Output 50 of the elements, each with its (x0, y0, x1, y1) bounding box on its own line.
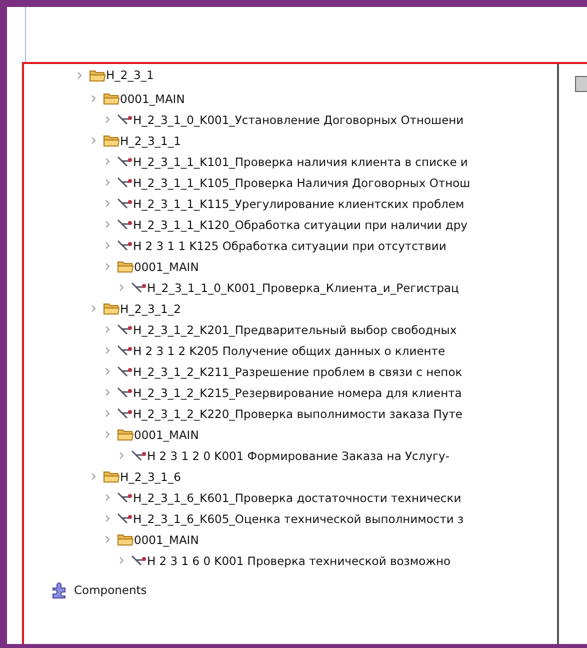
folder-icon (103, 92, 120, 105)
components-label[interactable]: Components (74, 583, 147, 597)
tree-item-label[interactable]: 0001_MAIN (134, 428, 199, 442)
process-icon (117, 512, 133, 524)
folder-icon (103, 302, 120, 315)
tree-item-label[interactable]: 0001_MAIN (120, 92, 185, 106)
column-header (575, 76, 587, 92)
folder-icon (117, 428, 134, 441)
tree-item-label[interactable]: H_2_3_1_2_K211_Разрешение проблем в связи с непок (133, 364, 462, 378)
tree-item-label[interactable]: H_2_3_1_2_K220_Проверка выполнимости заказа Путе (133, 406, 463, 420)
process-icon (117, 218, 133, 230)
tree-item-label[interactable]: H_2_3_1_1_K105_Проверка Наличия Договорных Отнош (133, 176, 470, 190)
process-icon (117, 324, 133, 336)
tree-item-label[interactable]: H_2_3_1_6_K605_Оценка технической выполнимости з (133, 512, 464, 526)
tree-item-label[interactable]: H_2_3_1_2_K201_Предварительный выбор свободных (133, 322, 457, 336)
tree-item-label[interactable]: H_2_3_1_1_K115_Урегулирование клиентских проблем (133, 196, 464, 210)
process-icon (117, 492, 133, 504)
process-icon (117, 386, 133, 398)
process-icon (131, 450, 147, 462)
tree-item-label[interactable]: H 2 3 1 1 K125 Обработка ситуации при отсутствии (133, 238, 446, 252)
process-icon (131, 554, 147, 566)
tree-item-label[interactable]: H_2_3_1_2_K215_Резервирование номера для клиента (133, 386, 462, 400)
tree-item-label[interactable]: 0001_MAIN (134, 532, 199, 546)
process-icon (117, 408, 133, 420)
process-icon (117, 344, 133, 356)
tree-item-label[interactable]: H 2 3 1 6 0 K001 Проверка технической возможно (147, 554, 451, 568)
process-icon (117, 176, 133, 188)
folder-icon (89, 68, 106, 82)
folder-icon (103, 134, 120, 147)
tree-item-label[interactable]: H_2_3_1 (106, 68, 154, 82)
tree-item-label[interactable]: H 2 3 1 2 K205 Получение общих данных о клиенте (133, 344, 446, 358)
folder-icon (117, 533, 134, 546)
process-icon (117, 240, 133, 252)
folder-icon (103, 470, 120, 483)
tree-item-label[interactable]: H_2_3_1_1_0_K001_Проверка_Клиента_и_Регистрац (147, 280, 459, 294)
tree-item-label[interactable]: H 2 3 1 2 0 K001 Формирование Заказа на Услугу- (147, 448, 450, 462)
process-icon (131, 282, 147, 294)
tree-item-label[interactable]: H_2_3_1_0_K001_Установление Договорных Отношени (133, 112, 464, 126)
tree-item-label[interactable]: H_2_3_1_1_K120_Обработка ситуации при наличии дру (133, 218, 468, 232)
tree-item-label[interactable]: H_2_3_1_1_K101_Проверка наличия клиента в списке и (133, 154, 468, 168)
tree-item-label[interactable]: H_2_3_1_6_K601_Проверка достаточности технически (133, 490, 462, 504)
tree-item-label[interactable]: H_2_3_1_1 (120, 134, 181, 148)
process-icon (117, 114, 133, 126)
folder-icon (117, 260, 134, 273)
process-icon (117, 156, 133, 168)
tree-item-label[interactable]: 0001_MAIN (134, 260, 199, 274)
tree-item-label[interactable]: H_2_3_1_2 (120, 302, 181, 316)
process-icon (117, 198, 133, 210)
tree-item-label[interactable]: H_2_3_1_6 (120, 470, 181, 484)
process-icon (117, 366, 133, 378)
